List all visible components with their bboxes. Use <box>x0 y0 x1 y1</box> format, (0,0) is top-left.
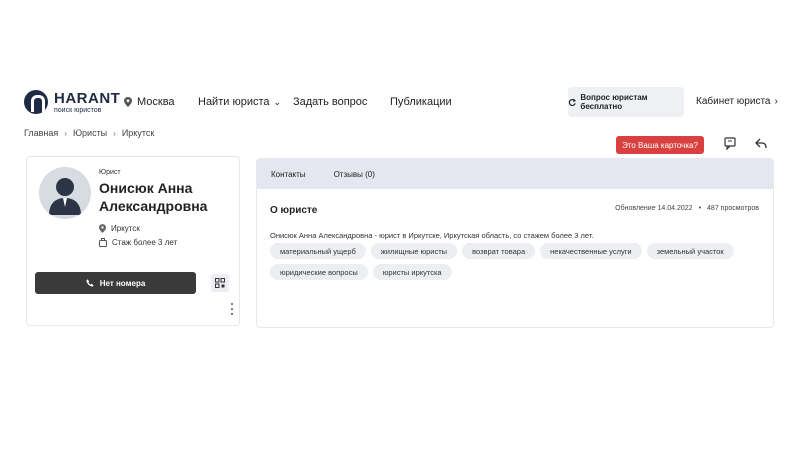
nav-publications[interactable]: Публикации <box>390 96 452 108</box>
logo-subtitle: поиск юристов <box>54 106 102 114</box>
phone-icon <box>86 279 94 287</box>
about-section-title: О юристе <box>270 205 318 216</box>
chat-icon[interactable] <box>723 136 737 150</box>
avatar <box>39 167 91 219</box>
tag-chip[interactable]: юристы иркутска <box>372 264 452 280</box>
share-icon[interactable] <box>754 136 768 150</box>
logo-icon <box>24 90 48 114</box>
tag-chip[interactable]: земельный участок <box>646 243 734 259</box>
user-avatar-icon <box>49 178 81 215</box>
briefcase-icon <box>99 238 107 247</box>
qr-code-button[interactable] <box>211 274 229 292</box>
tab-reviews[interactable]: Отзывы (0) <box>320 170 389 179</box>
lawyer-name: Онисюк Анна Александровна <box>99 179 207 215</box>
breadcrumb-lawyers[interactable]: Юристы <box>73 128 107 138</box>
about-description: Онисюк Анна Александровна - юрист в Ирку… <box>270 231 594 240</box>
lawyer-experience: Стаж более 3 лет <box>112 238 178 247</box>
tag-chip[interactable]: юридические вопросы <box>270 264 368 280</box>
your-card-button[interactable]: Это Ваша карточка? <box>616 136 704 154</box>
breadcrumb-city: Иркутск <box>121 128 155 138</box>
nav-ask-question-label: Задать вопрос <box>293 96 368 108</box>
nav-ask-question[interactable]: Задать вопрос <box>293 96 367 108</box>
ask-lawyers-free-label: Вопрос юристам бесплатно <box>580 93 648 111</box>
lawyer-role: Юрист <box>99 169 121 176</box>
tag-chip[interactable]: материальный ущерб <box>270 243 366 259</box>
tag-chip[interactable]: некачественные услуги <box>540 243 642 259</box>
phone-button-label: Нет номера <box>99 278 146 288</box>
specialization-tags: материальный ущерб жилищные юристы возвр… <box>270 243 760 280</box>
site-header: HARANT поиск юристов Москва Найти юриста… <box>0 82 800 122</box>
lawyer-city: Иркутск <box>111 224 140 233</box>
tag-chip[interactable]: возврат товара <box>462 243 536 259</box>
location-pin-icon <box>99 224 106 233</box>
city-label: Москва <box>137 96 175 108</box>
city-selector[interactable]: Москва <box>124 96 175 108</box>
lawyer-experience-row: Стаж более 3 лет <box>99 238 177 247</box>
location-pin-icon <box>124 97 132 107</box>
nav-find-lawyer[interactable]: Найти юриста ⌄ <box>198 96 281 108</box>
nav-find-lawyer-label: Найти юриста <box>198 96 270 108</box>
views-count: 487 просмотров <box>707 205 759 212</box>
tag-chip[interactable]: жилищные юристы <box>370 243 458 259</box>
breadcrumb-home[interactable]: Главная <box>24 128 58 138</box>
phone-button[interactable]: Нет номера <box>35 272 196 294</box>
tab-contacts[interactable]: Контакты <box>257 170 320 179</box>
breadcrumb-separator-icon: › <box>64 128 67 138</box>
nav-publications-label: Публикации <box>390 96 452 108</box>
lawyer-cabinet-label: Кабинет юриста <box>696 96 771 107</box>
lawyer-details-panel: Контакты Отзывы (0) О юристе Обновление … <box>256 158 774 328</box>
ask-lawyers-free-button[interactable]: Вопрос юристам бесплатно <box>568 87 684 117</box>
qr-code-icon <box>215 278 225 288</box>
lawyer-name-line1: Онисюк Анна <box>99 180 193 196</box>
lawyer-cabinet-link[interactable]: Кабинет юриста › <box>696 96 778 107</box>
meta-separator: • <box>698 205 702 212</box>
logo-title: HARANT <box>54 89 121 107</box>
updated-date: Обновление 14.04.2022 <box>615 205 693 212</box>
more-options-icon[interactable] <box>230 303 234 315</box>
logo[interactable]: HARANT поиск юристов <box>24 90 120 114</box>
lawyer-name-line2: Александровна <box>99 198 208 214</box>
lawyer-city-row: Иркутск <box>99 224 140 233</box>
profile-meta: Обновление 14.04.2022 • 487 просмотров <box>615 205 759 212</box>
chevron-right-icon: › <box>774 96 778 107</box>
breadcrumb-separator-icon: › <box>113 128 116 138</box>
breadcrumb: Главная › Юристы › Иркутск <box>24 128 154 138</box>
refresh-icon <box>568 98 577 106</box>
details-tabs: Контакты Отзывы (0) <box>257 159 773 189</box>
chevron-down-icon: ⌄ <box>273 96 282 107</box>
lawyer-profile-card: Юрист Онисюк Анна Александровна Иркутск … <box>26 156 240 326</box>
